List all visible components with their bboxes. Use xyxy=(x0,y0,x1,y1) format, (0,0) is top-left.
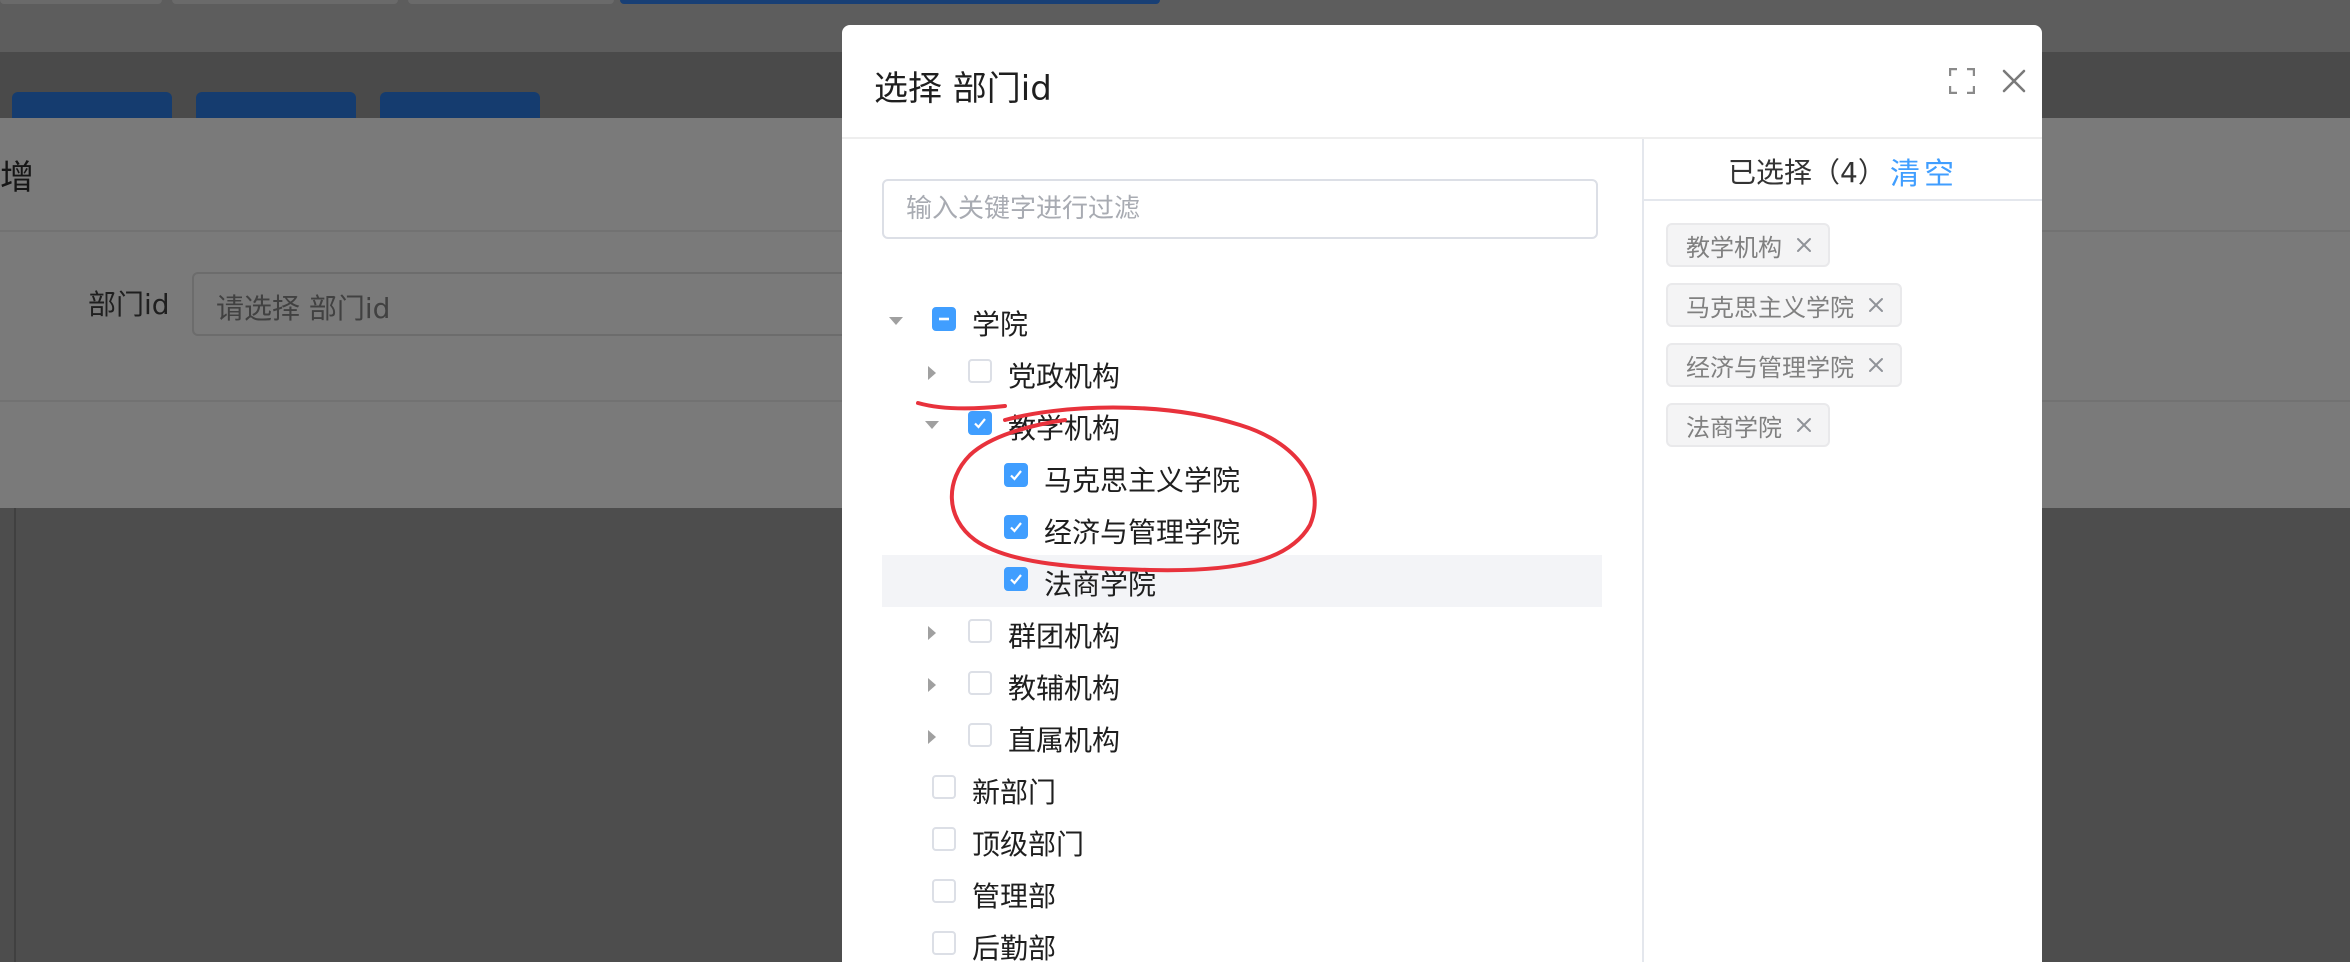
tree-node-label: 群团机构 xyxy=(1008,620,1121,653)
background-tab-active xyxy=(620,0,1160,4)
tree-checkbox[interactable] xyxy=(1004,515,1028,539)
tree-node-label: 直属机构 xyxy=(1008,724,1121,757)
caret-down-icon[interactable] xyxy=(884,309,908,333)
selected-tag-label: 马克思主义学院 xyxy=(1686,293,1854,322)
close-icon[interactable] xyxy=(1994,61,2034,101)
tree-checkbox[interactable] xyxy=(968,411,992,435)
background-form-placeholder: 请选择 部门id xyxy=(216,292,391,325)
clear-button[interactable]: 清空 xyxy=(1890,149,1958,193)
tag-close-icon[interactable] xyxy=(1794,235,1814,255)
tree-checkbox[interactable] xyxy=(1004,463,1028,487)
tree-checkbox[interactable] xyxy=(932,931,956,955)
selected-tag-label: 经济与管理学院 xyxy=(1686,353,1854,382)
selected-tag: 教学机构 xyxy=(1666,223,1830,267)
tree-checkbox[interactable] xyxy=(968,619,992,643)
selected-header: 已选择（4） 清空 xyxy=(1644,139,2042,201)
background-form-select: 请选择 部门id xyxy=(192,272,896,336)
background-dialog-title: 增 xyxy=(0,158,34,198)
tree-node[interactable]: 管理部 xyxy=(882,867,1602,919)
tag-close-icon[interactable] xyxy=(1866,355,1886,375)
modal-header: 选择 部门id xyxy=(842,25,2042,139)
fullscreen-icon[interactable] xyxy=(1942,61,1982,101)
selected-tag: 经济与管理学院 xyxy=(1666,343,1902,387)
selected-tag-label: 法商学院 xyxy=(1686,413,1782,442)
tree-checkbox[interactable] xyxy=(932,775,956,799)
tree-checkbox[interactable] xyxy=(1004,567,1028,591)
caret-right-icon[interactable] xyxy=(920,673,944,697)
tree-node-label: 顶级部门 xyxy=(972,828,1085,861)
tree-node[interactable]: 马克思主义学院 xyxy=(882,451,1602,503)
tree-node-label: 教学机构 xyxy=(1008,412,1121,445)
tree-node[interactable]: 后勤部 xyxy=(882,919,1602,962)
tree-node-label: 学院 xyxy=(972,308,1029,341)
tree-node[interactable]: 教学机构 xyxy=(882,399,1602,451)
tree-node[interactable]: 学院 xyxy=(882,295,1602,347)
caret-down-icon[interactable] xyxy=(920,413,944,437)
tree-checkbox[interactable] xyxy=(968,723,992,747)
background-form-label: 部门id xyxy=(88,288,170,321)
tree-node-label: 法商学院 xyxy=(1044,568,1157,601)
tree-node-label: 经济与管理学院 xyxy=(1044,516,1241,549)
modal-title: 选择 部门id xyxy=(874,69,1052,109)
selected-count: 已选择（4） xyxy=(1728,156,1886,189)
tree-node[interactable]: 新部门 xyxy=(882,763,1602,815)
tree-checkbox[interactable] xyxy=(932,827,956,851)
selected-tag: 法商学院 xyxy=(1666,403,1830,447)
tree-node-label: 教辅机构 xyxy=(1008,672,1121,705)
background-tab xyxy=(408,0,614,4)
selected-tag: 马克思主义学院 xyxy=(1666,283,1902,327)
caret-right-icon[interactable] xyxy=(920,621,944,645)
background-line xyxy=(14,508,16,962)
tree-checkbox[interactable] xyxy=(968,671,992,695)
tree-node-label: 管理部 xyxy=(972,880,1057,913)
tree-node[interactable]: 教辅机构 xyxy=(882,659,1602,711)
tree-node[interactable]: 直属机构 xyxy=(882,711,1602,763)
select-department-modal: 选择 部门id 学院党政机构教学机构马克思主义学院经济与管理学院法商学院群团机构… xyxy=(842,25,2042,962)
background-tab xyxy=(172,0,398,4)
tree-node-label: 马克思主义学院 xyxy=(1044,464,1241,497)
tree-checkbox[interactable] xyxy=(968,359,992,383)
tree-node[interactable]: 顶级部门 xyxy=(882,815,1602,867)
background-tab xyxy=(0,0,162,4)
tree-node-label: 后勤部 xyxy=(972,932,1057,962)
filter-input[interactable] xyxy=(882,179,1598,239)
tag-close-icon[interactable] xyxy=(1866,295,1886,315)
selected-pane: 已选择（4） 清空 教学机构马克思主义学院 经济与管理学院 法商学院 xyxy=(1642,139,2042,962)
tag-close-icon[interactable] xyxy=(1794,415,1814,435)
tree-checkbox[interactable] xyxy=(932,879,956,903)
selected-tag-label: 教学机构 xyxy=(1686,233,1782,262)
tree-node-label: 新部门 xyxy=(972,776,1057,809)
tree-node[interactable]: 群团机构 xyxy=(882,607,1602,659)
tree-node[interactable]: 党政机构 xyxy=(882,347,1602,399)
tree-node[interactable]: 经济与管理学院 xyxy=(882,503,1602,555)
tree-pane: 学院党政机构教学机构马克思主义学院经济与管理学院法商学院群团机构教辅机构直属机构… xyxy=(842,139,1642,962)
tree-node[interactable]: 法商学院 xyxy=(882,555,1602,607)
tree-node-label: 党政机构 xyxy=(1008,360,1121,393)
tree-checkbox[interactable] xyxy=(932,307,956,331)
caret-right-icon[interactable] xyxy=(920,361,944,385)
caret-right-icon[interactable] xyxy=(920,725,944,749)
